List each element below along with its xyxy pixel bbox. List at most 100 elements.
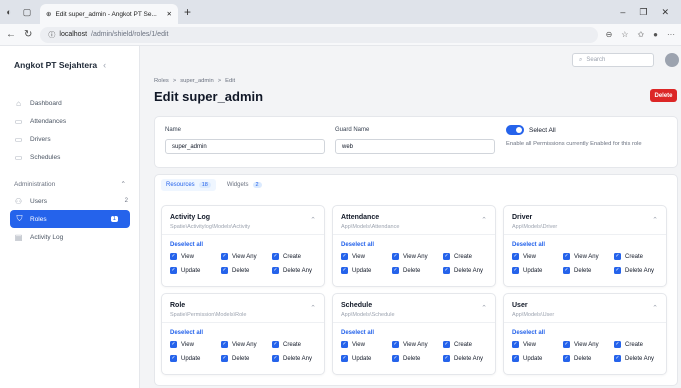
new-tab-icon[interactable]: + [184,5,191,19]
checkbox-checked-icon[interactable]: ✓ [512,253,519,260]
deselect-all-link[interactable]: Deselect all [170,330,203,336]
browser-menu-icon[interactable]: ◐ [0,3,18,21]
permission-checkbox[interactable]: ✓ Create [614,253,643,260]
deselect-all-link[interactable]: Deselect all [170,242,203,248]
checkbox-checked-icon[interactable]: ✓ [170,355,177,362]
permission-checkbox[interactable]: ✓ Delete [392,355,420,362]
permission-checkbox[interactable]: ✓ Delete Any [614,355,654,362]
checkbox-checked-icon[interactable]: ✓ [443,267,450,274]
zoom-icon[interactable]: ⊖ [606,30,613,39]
close-tab-icon[interactable]: ✕ [167,10,172,18]
checkbox-checked-icon[interactable]: ✓ [341,267,348,274]
permission-checkbox[interactable]: ✓ Create [614,341,643,348]
checkbox-checked-icon[interactable]: ✓ [563,253,570,260]
back-icon[interactable]: ← [6,29,16,40]
permission-checkbox[interactable]: ✓ Update [512,355,542,362]
permission-checkbox[interactable]: ✓ Delete [221,355,249,362]
permission-checkbox[interactable]: ✓ View Any [563,253,599,260]
deselect-all-link[interactable]: Deselect all [512,242,545,248]
permission-checkbox[interactable]: ✓ View [512,341,536,348]
deselect-all-link[interactable]: Deselect all [512,330,545,336]
chevron-up-icon[interactable]: ⌃ [481,216,487,224]
chevron-up-icon[interactable]: ⌃ [310,304,316,312]
sidebar-item-activity-log[interactable]: ▤ Activity Log [0,228,140,246]
sidebar-item-users[interactable]: ⚇ Users 2 [0,192,140,210]
permission-checkbox[interactable]: ✓ Delete Any [272,267,312,274]
checkbox-checked-icon[interactable]: ✓ [392,267,399,274]
permission-checkbox[interactable]: ✓ Delete Any [272,355,312,362]
permission-checkbox[interactable]: ✓ Create [443,253,472,260]
checkbox-checked-icon[interactable]: ✓ [221,341,228,348]
url-field[interactable]: ⓘ localhost/admin/shield/roles/1/edit [40,26,598,43]
minimize-icon[interactable]: – [620,7,625,18]
select-all-toggle[interactable] [506,125,524,135]
checkbox-checked-icon[interactable]: ✓ [170,253,177,260]
guard-name-field[interactable]: web [335,139,495,154]
checkbox-checked-icon[interactable]: ✓ [170,341,177,348]
permission-checkbox[interactable]: ✓ View Any [563,341,599,348]
checkbox-checked-icon[interactable]: ✓ [614,341,621,348]
reload-icon[interactable]: ↻ [24,29,32,40]
tab-actions-icon[interactable]: ▢ [18,3,36,21]
permission-checkbox[interactable]: ✓ Delete [221,267,249,274]
checkbox-checked-icon[interactable]: ✓ [563,341,570,348]
checkbox-checked-icon[interactable]: ✓ [443,355,450,362]
permission-checkbox[interactable]: ✓ Delete [392,267,420,274]
permission-checkbox[interactable]: ✓ Delete Any [443,267,483,274]
sidebar-item-drivers[interactable]: ▭ Drivers [0,130,140,148]
permission-checkbox[interactable]: ✓ View Any [221,253,257,260]
maximize-icon[interactable]: ❐ [639,7,647,18]
permission-checkbox[interactable]: ✓ Update [512,267,542,274]
checkbox-checked-icon[interactable]: ✓ [443,341,450,348]
checkbox-checked-icon[interactable]: ✓ [512,267,519,274]
checkbox-checked-icon[interactable]: ✓ [272,267,279,274]
sidebar-item-attendances[interactable]: ▭ Attendances [0,112,140,130]
search-input[interactable]: ⌕ Search [572,53,654,67]
permission-checkbox[interactable]: ✓ View [512,253,536,260]
sidebar-item-roles[interactable]: ⛉ Roles 1 [10,210,130,228]
collapse-sidebar-icon[interactable]: ‹ [103,60,106,70]
checkbox-checked-icon[interactable]: ✓ [221,355,228,362]
permission-checkbox[interactable]: ✓ View [170,341,194,348]
delete-button[interactable]: Delete [650,89,677,102]
checkbox-checked-icon[interactable]: ✓ [341,341,348,348]
checkbox-checked-icon[interactable]: ✓ [512,341,519,348]
permission-checkbox[interactable]: ✓ Delete [563,355,591,362]
sidebar-item-schedules[interactable]: ▭ Schedules [0,148,140,166]
checkbox-checked-icon[interactable]: ✓ [272,253,279,260]
checkbox-checked-icon[interactable]: ✓ [392,253,399,260]
checkbox-checked-icon[interactable]: ✓ [392,341,399,348]
permission-checkbox[interactable]: ✓ Create [272,253,301,260]
checkbox-checked-icon[interactable]: ✓ [341,253,348,260]
site-info-icon[interactable]: ⓘ [48,30,55,40]
sidebar-item-dashboard[interactable]: ⌂ Dashboard [0,94,140,112]
chevron-up-icon[interactable]: ⌃ [310,216,316,224]
profile-icon[interactable]: ● [653,30,658,39]
chevron-up-icon[interactable]: ⌃ [652,304,658,312]
avatar[interactable] [665,53,679,67]
permission-checkbox[interactable]: ✓ Delete [563,267,591,274]
permission-checkbox[interactable]: ✓ Update [170,267,200,274]
checkbox-checked-icon[interactable]: ✓ [392,355,399,362]
checkbox-checked-icon[interactable]: ✓ [170,267,177,274]
checkbox-checked-icon[interactable]: ✓ [563,355,570,362]
sidebar-group-administration[interactable]: Administration ⌃ [0,176,140,192]
permission-checkbox[interactable]: ✓ View Any [392,253,428,260]
name-field[interactable]: super_admin [165,139,325,154]
chevron-up-icon[interactable]: ⌃ [652,216,658,224]
breadcrumb-roles[interactable]: Roles [154,78,169,84]
checkbox-checked-icon[interactable]: ✓ [221,267,228,274]
permission-checkbox[interactable]: ✓ Create [272,341,301,348]
chevron-up-icon[interactable]: ⌃ [481,304,487,312]
checkbox-checked-icon[interactable]: ✓ [341,355,348,362]
deselect-all-link[interactable]: Deselect all [341,242,374,248]
permission-checkbox[interactable]: ✓ View Any [221,341,257,348]
deselect-all-link[interactable]: Deselect all [341,330,374,336]
checkbox-checked-icon[interactable]: ✓ [443,253,450,260]
checkbox-checked-icon[interactable]: ✓ [272,341,279,348]
permission-checkbox[interactable]: ✓ Delete Any [443,355,483,362]
permission-checkbox[interactable]: ✓ View [170,253,194,260]
checkbox-checked-icon[interactable]: ✓ [563,267,570,274]
checkbox-checked-icon[interactable]: ✓ [614,267,621,274]
permission-checkbox[interactable]: ✓ Update [341,355,371,362]
